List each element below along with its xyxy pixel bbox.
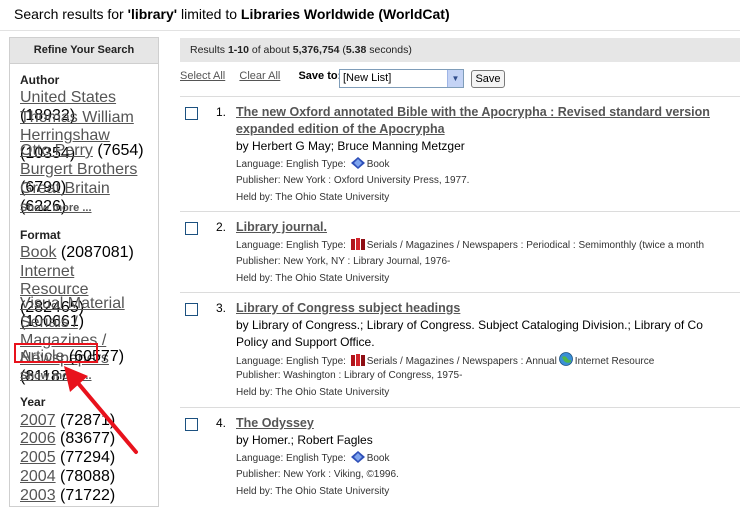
- facet-count: (78088): [60, 468, 116, 485]
- search-summary-title: Search results for 'library' limited to …: [14, 6, 450, 22]
- facet-count: (2087081): [60, 244, 134, 261]
- facet-link[interactable]: Otto Perry: [20, 142, 93, 159]
- facet-item[interactable]: Book (2087081): [10, 244, 138, 262]
- facet-link[interactable]: 2004: [20, 468, 56, 485]
- facet-heading-format: Format: [20, 228, 61, 242]
- facet-link[interactable]: Book: [20, 244, 56, 261]
- record-number: 3.: [216, 301, 227, 315]
- facet-link[interactable]: Burgert Brothers: [20, 161, 137, 178]
- facet-item[interactable]: Otto Perry (7654): [10, 142, 148, 160]
- chevron-down-icon[interactable]: ▼: [447, 70, 463, 87]
- record-holdings: Held by: The Ohio State University: [236, 273, 390, 284]
- save-to-list-select[interactable]: [New List] ▼: [339, 69, 464, 88]
- record-checkbox[interactable]: [185, 107, 198, 120]
- record-title-link[interactable]: The new Oxford annotated Bible with the …: [236, 105, 710, 119]
- results-toolbar: Select All Clear All Save to:: [180, 70, 341, 82]
- record-authors: by Herbert G May; Bruce Manning Metzger: [236, 139, 465, 153]
- internet-resource-icon: [558, 352, 573, 366]
- facet-heading-year: Year: [20, 395, 46, 409]
- record-title-link[interactable]: Library of Congress subject headings: [236, 301, 460, 315]
- record-language-type: Language: English Type: Serials / Magazi…: [236, 238, 705, 251]
- record-language-type: Language: English Type: Book: [236, 157, 390, 170]
- record-number: 1.: [216, 105, 227, 119]
- facet-item[interactable]: 2004 (78088): [10, 468, 119, 486]
- record-checkbox[interactable]: [185, 222, 198, 235]
- record-authors: Policy and Support Office.: [236, 335, 375, 349]
- result-record: 2. Library journal. Language: English Ty…: [180, 212, 740, 292]
- facet-author: Author: [10, 73, 63, 87]
- record-holdings: Held by: The Ohio State University: [236, 387, 390, 398]
- serials-icon: [350, 238, 365, 250]
- record-holdings: Held by: The Ohio State University: [236, 486, 390, 497]
- save-to-label: Save to:: [298, 70, 342, 82]
- record-language-type: Language: English Type: Serials / Magazi…: [236, 352, 654, 367]
- record-checkbox[interactable]: [185, 303, 198, 316]
- book-icon: [350, 157, 365, 169]
- record-authors: by Library of Congress.; Library of Cong…: [236, 318, 703, 332]
- record-title-link[interactable]: The Odyssey: [236, 416, 314, 430]
- select-all-link[interactable]: Select All: [180, 70, 225, 82]
- result-record: 3. Library of Congress subject headings …: [180, 293, 740, 407]
- refine-heading: Refine Your Search: [10, 38, 158, 64]
- record-publisher: Publisher: New York : Viking, ©1996.: [236, 469, 399, 480]
- title-divider: [0, 30, 740, 31]
- record-publisher: Publisher: New York : Oxford University …: [236, 175, 470, 186]
- facet-item[interactable]: 2003 (71722): [10, 487, 119, 505]
- record-title-link[interactable]: expanded edition of the Apocrypha: [236, 122, 445, 136]
- annotation-arrow-icon: [64, 366, 138, 454]
- facet-link[interactable]: Visual Material: [20, 295, 125, 312]
- record-publisher: Publisher: Washington : Library of Congr…: [236, 370, 463, 381]
- record-title-link[interactable]: Library journal.: [236, 220, 327, 234]
- record-authors: by Homer.; Robert Fagles: [236, 433, 373, 447]
- facet-link[interactable]: Great Britain: [20, 180, 110, 197]
- results-summary-bar: Results 1-10 of about 5,376,754 (5.38 se…: [180, 38, 740, 62]
- record-checkbox[interactable]: [185, 418, 198, 431]
- result-record: 4. The Odyssey by Homer.; Robert Fagles …: [180, 408, 740, 500]
- facet-count: (7654): [97, 142, 144, 159]
- book-icon: [350, 451, 365, 463]
- facet-count: (71722): [60, 487, 116, 504]
- save-button[interactable]: Save: [471, 70, 505, 88]
- facet-link[interactable]: Internet Resource: [20, 263, 88, 298]
- facet-link[interactable]: 2003: [20, 487, 56, 504]
- facet-link[interactable]: United States: [20, 89, 116, 106]
- clear-all-link[interactable]: Clear All: [239, 70, 280, 82]
- facet-heading-author: Author: [20, 73, 60, 87]
- facet-link[interactable]: Thomas William Herringshaw: [20, 109, 134, 144]
- record-language-type: Language: English Type: Book: [236, 451, 390, 464]
- record-number: 4.: [216, 416, 227, 430]
- result-record: 1. The new Oxford annotated Bible with t…: [180, 97, 740, 212]
- serials-icon: [350, 354, 365, 366]
- record-holdings: Held by: The Ohio State University: [236, 192, 390, 203]
- record-publisher: Publisher: New York, NY : Library Journa…: [236, 256, 451, 267]
- show-more-author-link[interactable]: Show more ...: [20, 202, 92, 214]
- record-number: 2.: [216, 220, 227, 234]
